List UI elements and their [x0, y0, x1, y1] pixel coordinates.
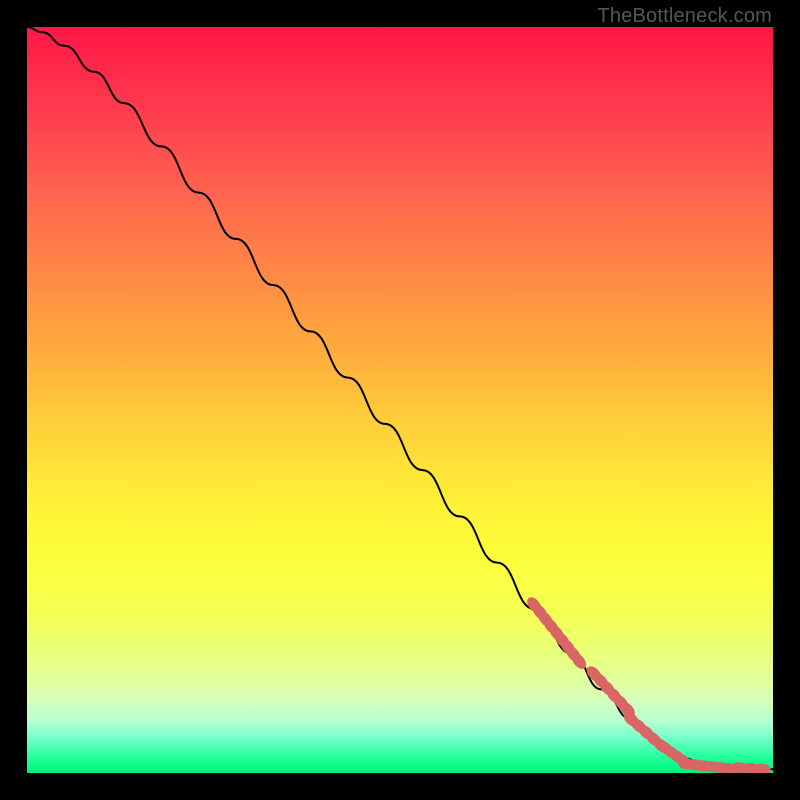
bottleneck-curve — [27, 27, 773, 769]
attribution-label: TheBottleneck.com — [597, 6, 772, 26]
scatter-dot — [753, 764, 771, 773]
chart-stage: TheBottleneck.com — [0, 0, 800, 800]
plot-svg — [27, 27, 773, 773]
plot-area — [27, 27, 773, 773]
scatter-dots — [525, 595, 771, 773]
